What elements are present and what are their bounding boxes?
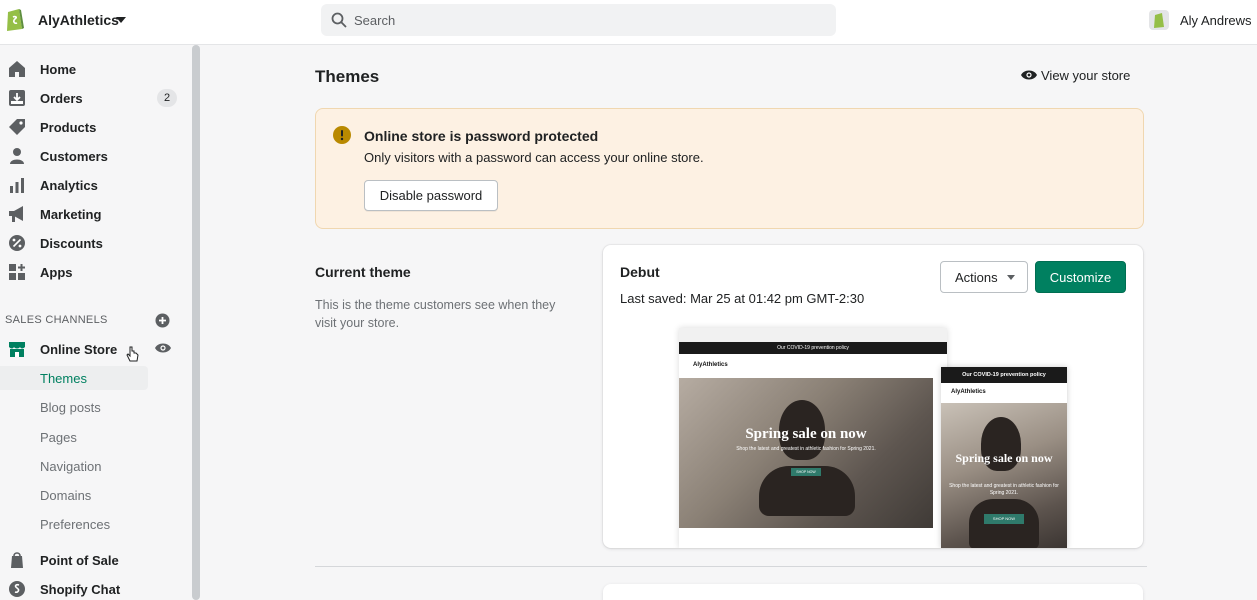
sidebar-subitem-label: Blog posts — [40, 400, 101, 415]
view-store-label: View your store — [1041, 68, 1131, 83]
preview-header: AlyAthletics — [941, 383, 1067, 403]
current-theme-title: Current theme — [315, 264, 411, 280]
desktop-theme-preview: Our COVID-19 prevention policy AlyAthlet… — [679, 328, 947, 548]
sidebar-item-label: Online Store — [40, 342, 118, 357]
disable-password-button[interactable]: Disable password — [364, 180, 498, 211]
chevron-down-icon[interactable] — [116, 17, 126, 23]
preview-hero-subtitle: Shop the latest and greatest in athletic… — [736, 446, 876, 452]
sidebar-item-analytics[interactable]: Analytics — [0, 173, 190, 199]
megaphone-icon — [9, 206, 23, 222]
mobile-theme-preview: Our COVID-19 prevention policy AlyAthlet… — [941, 367, 1067, 548]
discount-icon — [9, 235, 25, 251]
eye-icon[interactable] — [155, 342, 171, 354]
user-name[interactable]: Aly Andrews — [1180, 13, 1252, 28]
sidebar-item-home[interactable]: Home — [0, 57, 190, 83]
sidebar-item-label: Customers — [40, 149, 108, 164]
preview-logo: AlyAthletics — [693, 362, 728, 368]
eye-icon — [1021, 70, 1037, 80]
preview-hero-button: SHOP NOW — [791, 468, 821, 476]
sidebar-scrollbar[interactable] — [192, 45, 200, 600]
sidebar: Home Orders 2 Products Customers Analyti… — [0, 45, 201, 600]
store-icon — [9, 342, 25, 357]
preview-hero-image: Spring sale on now Shop the latest and g… — [679, 378, 933, 528]
preview-header: AlyAthletics — [679, 354, 947, 378]
actions-button[interactable]: Actions — [940, 261, 1028, 293]
sidebar-item-discounts[interactable]: Discounts — [0, 231, 190, 257]
sidebar-item-label: Products — [40, 120, 97, 135]
sidebar-subitem-label: Themes — [40, 371, 87, 386]
sidebar-item-label: Marketing — [40, 207, 102, 222]
theme-name: Debut — [620, 264, 660, 280]
warning-icon — [333, 126, 351, 144]
sidebar-subitem-label: Domains — [40, 488, 92, 503]
orders-count-badge: 2 — [157, 89, 177, 107]
page-title: Themes — [315, 67, 380, 86]
customize-button[interactable]: Customize — [1035, 261, 1126, 293]
sidebar-subitem-label: Navigation — [40, 459, 102, 474]
preview-announcement: Our COVID-19 prevention policy — [679, 342, 947, 354]
preview-hero-image: Spring sale on now Shop the latest and g… — [941, 403, 1067, 548]
shopify-logo-icon[interactable] — [5, 6, 25, 32]
preview-logo: AlyAthletics — [951, 389, 986, 395]
preview-hero-title: Spring sale on now — [745, 426, 867, 442]
tag-icon — [9, 119, 25, 135]
preview-announcement: Our COVID-19 prevention policy — [941, 367, 1067, 383]
sidebar-item-label: Analytics — [40, 178, 98, 193]
sidebar-item-label: Home — [40, 62, 77, 77]
actions-label: Actions — [955, 270, 998, 285]
sidebar-item-point-of-sale[interactable]: Point of Sale — [0, 548, 190, 574]
apps-icon — [9, 264, 25, 280]
search-icon — [331, 12, 347, 28]
sidebar-item-shopify-chat[interactable]: Shopify Chat — [0, 577, 190, 600]
sidebar-subitem-blog-posts[interactable]: Blog posts — [0, 395, 148, 419]
banner-text: Only visitors with a password can access… — [364, 150, 704, 165]
search-placeholder: Search — [354, 13, 396, 28]
sidebar-item-apps[interactable]: Apps — [0, 260, 190, 286]
chevron-down-icon — [1007, 275, 1015, 280]
current-theme-description: This is the theme customers see when the… — [315, 298, 556, 330]
theme-card: Debut Last saved: Mar 25 at 01:42 pm GMT… — [603, 245, 1143, 548]
preview-hero-button: SHOP NOW — [984, 514, 1024, 524]
sidebar-item-label: Shopify Chat — [40, 582, 121, 597]
sidebar-item-label: Discounts — [40, 236, 103, 251]
sidebar-subitem-preferences[interactable]: Preferences — [0, 512, 148, 536]
search-input[interactable]: Search — [321, 4, 836, 36]
top-bar: AlyAthletics Search Aly Andrews — [0, 0, 1257, 45]
bar-chart-icon — [10, 178, 24, 193]
sidebar-item-label: Orders — [40, 91, 83, 106]
banner-title: Online store is password protected — [364, 128, 599, 144]
person-icon — [10, 148, 24, 164]
mouse-cursor-icon — [126, 346, 139, 362]
sidebar-item-orders[interactable]: Orders 2 — [0, 86, 190, 112]
chat-icon — [9, 581, 25, 597]
orders-icon — [9, 90, 25, 106]
sidebar-subitem-navigation[interactable]: Navigation — [0, 454, 148, 478]
preview-hero-title: Spring sale on now — [955, 451, 1053, 465]
sidebar-item-marketing[interactable]: Marketing — [0, 202, 190, 228]
sidebar-subitem-domains[interactable]: Domains — [0, 483, 148, 507]
theme-library-card — [603, 584, 1143, 600]
sidebar-subitem-pages[interactable]: Pages — [0, 425, 148, 449]
preview-hero-subtitle: Shop the latest and greatest in athletic… — [949, 483, 1059, 496]
sidebar-item-label: Apps — [40, 265, 73, 280]
theme-last-saved: Last saved: Mar 25 at 01:42 pm GMT-2:30 — [620, 291, 865, 306]
user-avatar-icon[interactable] — [1149, 10, 1169, 30]
section-divider — [315, 566, 1147, 567]
sidebar-subitem-label: Preferences — [40, 517, 111, 532]
browser-chrome — [679, 328, 947, 342]
sidebar-subitem-label: Pages — [40, 430, 77, 445]
add-channel-icon[interactable] — [155, 313, 170, 328]
point-of-sale-icon — [11, 552, 23, 568]
sidebar-item-customers[interactable]: Customers — [0, 144, 190, 170]
sidebar-item-products[interactable]: Products — [0, 115, 190, 141]
sidebar-item-label: Point of Sale — [40, 553, 119, 568]
store-name[interactable]: AlyAthletics — [38, 12, 119, 28]
password-protected-banner: Online store is password protected Only … — [315, 108, 1144, 229]
sidebar-subitem-themes[interactable]: Themes — [0, 366, 148, 390]
home-icon — [9, 61, 25, 77]
sales-channels-header: SALES CHANNELS — [5, 314, 108, 326]
